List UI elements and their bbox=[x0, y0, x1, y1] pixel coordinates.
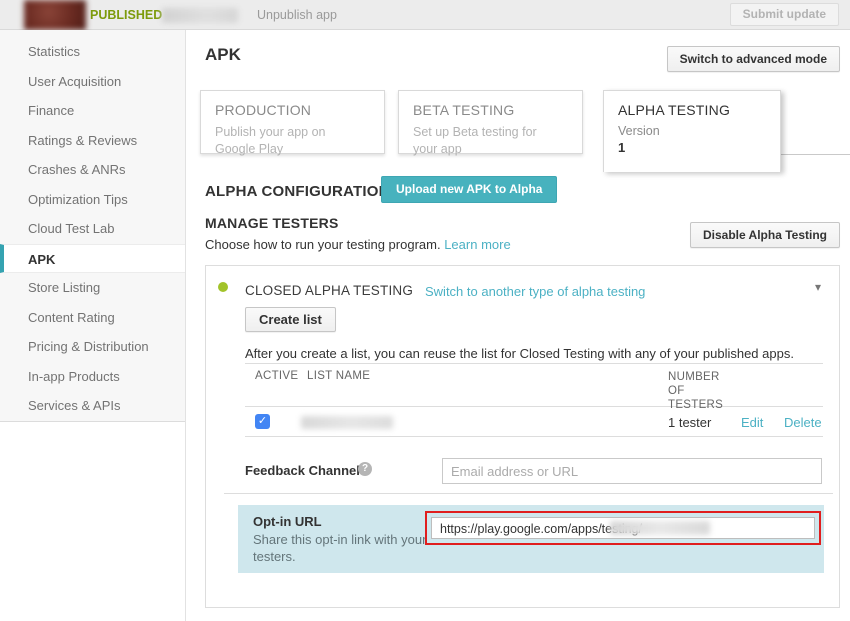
manage-testers-description: Choose how to run your testing program. … bbox=[205, 237, 511, 252]
opt-in-url-label: Opt-in URL bbox=[253, 514, 322, 529]
upload-new-apk-button[interactable]: Upload new APK to Alpha bbox=[381, 176, 557, 203]
sidebar-item-services-apis[interactable]: Services & APIs bbox=[0, 391, 185, 421]
sidebar-item-ratings-reviews[interactable]: Ratings & Reviews bbox=[0, 126, 185, 156]
sidebar-item-in-app-products[interactable]: In-app Products bbox=[0, 362, 185, 392]
annotation-highlight-box: https://play.google.com/apps/testing/ bbox=[425, 511, 821, 545]
page-title: APK bbox=[205, 45, 241, 65]
tabs-bottom-rule bbox=[781, 154, 850, 155]
switch-advanced-mode-button[interactable]: Switch to advanced mode bbox=[667, 46, 840, 72]
tab-alpha-title: ALPHA TESTING bbox=[618, 102, 766, 118]
help-icon[interactable]: ? bbox=[358, 462, 372, 476]
edit-link[interactable]: Edit bbox=[741, 415, 763, 430]
testing-type-title: CLOSED ALPHA TESTING bbox=[245, 283, 413, 298]
chevron-down-icon[interactable]: ▾ bbox=[815, 280, 821, 294]
table-header: ACTIVE LIST NAME NUMBER OF TESTERS bbox=[245, 363, 823, 407]
tab-alpha-version-value: 1 bbox=[618, 140, 766, 155]
redacted-list-name bbox=[301, 416, 393, 429]
play-console-apk-page: PUBLISHED Unpublish app Submit update St… bbox=[0, 0, 850, 621]
section-divider bbox=[224, 493, 833, 494]
tab-alpha-version-label: Version bbox=[618, 124, 766, 138]
sidebar-item-store-listing[interactable]: Store Listing bbox=[0, 273, 185, 303]
table-row: ✓ 1 tester Edit Delete bbox=[245, 407, 823, 437]
opt-in-url-field[interactable]: https://play.google.com/apps/testing/ bbox=[431, 517, 815, 539]
tab-production[interactable]: PRODUCTION Publish your app on Google Pl… bbox=[200, 90, 385, 154]
redacted-url-suffix bbox=[610, 521, 710, 535]
tab-alpha-testing[interactable]: ALPHA TESTING Version 1 bbox=[603, 90, 781, 172]
reuse-list-text: After you create a list, you can reuse t… bbox=[245, 346, 794, 361]
status-badge: PUBLISHED bbox=[90, 8, 162, 22]
tab-production-desc: Publish your app on Google Play bbox=[215, 124, 360, 158]
opt-in-url-description: Share this opt-in link with your testers… bbox=[253, 531, 431, 565]
manage-testers-title: MANAGE TESTERS bbox=[205, 215, 338, 231]
tab-beta-testing[interactable]: BETA TESTING Set up Beta testing for you… bbox=[398, 90, 583, 154]
sidebar-item-finance[interactable]: Finance bbox=[0, 96, 185, 126]
create-list-button[interactable]: Create list bbox=[245, 307, 336, 332]
tab-production-title: PRODUCTION bbox=[215, 102, 370, 118]
sidebar-item-user-acquisition[interactable]: User Acquisition bbox=[0, 67, 185, 97]
tab-beta-title: BETA TESTING bbox=[413, 102, 568, 118]
unpublish-app-button[interactable]: Unpublish app bbox=[257, 8, 337, 22]
tab-beta-desc: Set up Beta testing for your app bbox=[413, 124, 558, 158]
alpha-configuration-title: ALPHA CONFIGURATION bbox=[205, 183, 390, 200]
closed-alpha-panel: CLOSED ALPHA TESTING Switch to another t… bbox=[205, 265, 840, 608]
testers-count: 1 tester bbox=[668, 415, 711, 430]
column-header-list-name: LIST NAME bbox=[307, 370, 370, 382]
status-dot-icon bbox=[218, 282, 228, 292]
sidebar: Statistics User Acquisition Finance Rati… bbox=[0, 30, 186, 621]
sidebar-item-cloud-test-lab[interactable]: Cloud Test Lab bbox=[0, 214, 185, 244]
column-header-number-of-testers: NUMBER OF TESTERS bbox=[668, 370, 730, 412]
testers-table: ACTIVE LIST NAME NUMBER OF TESTERS ✓ 1 t… bbox=[245, 363, 823, 437]
switch-testing-type-link[interactable]: Switch to another type of alpha testing bbox=[425, 284, 645, 299]
redacted-app-name bbox=[162, 8, 238, 23]
learn-more-link[interactable]: Learn more bbox=[444, 237, 510, 252]
sidebar-menu: Statistics User Acquisition Finance Rati… bbox=[0, 30, 185, 422]
sidebar-item-pricing-distribution[interactable]: Pricing & Distribution bbox=[0, 332, 185, 362]
sidebar-item-crashes-anrs[interactable]: Crashes & ANRs bbox=[0, 155, 185, 185]
column-header-active: ACTIVE bbox=[255, 370, 298, 382]
active-checkbox[interactable]: ✓ bbox=[255, 414, 270, 429]
sidebar-item-statistics[interactable]: Statistics bbox=[0, 37, 185, 67]
disable-alpha-testing-button[interactable]: Disable Alpha Testing bbox=[690, 222, 840, 248]
app-icon bbox=[24, 0, 86, 30]
choose-text: Choose how to run your testing program. bbox=[205, 237, 441, 252]
feedback-channel-label: Feedback Channel bbox=[245, 463, 360, 478]
sidebar-item-content-rating[interactable]: Content Rating bbox=[0, 303, 185, 333]
delete-link[interactable]: Delete bbox=[784, 415, 822, 430]
topbar: PUBLISHED Unpublish app Submit update bbox=[0, 0, 850, 30]
submit-update-button[interactable]: Submit update bbox=[730, 3, 839, 26]
sidebar-item-optimization-tips[interactable]: Optimization Tips bbox=[0, 185, 185, 215]
sidebar-item-apk[interactable]: APK bbox=[0, 244, 185, 274]
feedback-channel-input[interactable] bbox=[442, 458, 822, 484]
